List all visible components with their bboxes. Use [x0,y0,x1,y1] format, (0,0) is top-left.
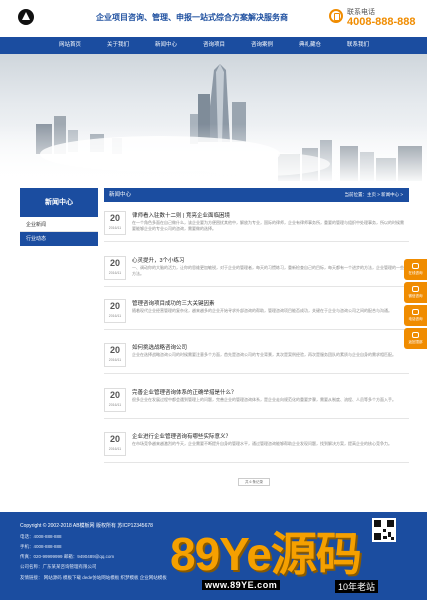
nav-item-news[interactable]: 新闻中心 [144,37,188,54]
news-date: 20 2016/11 [104,299,126,323]
nav-item-projects[interactable]: 咨询项目 [192,37,236,54]
float-button-label: 在线咨询 [408,271,423,275]
news-date: 20 2016/11 [104,388,126,412]
banner-image [0,54,427,181]
news-divider [104,329,409,330]
chat-icon [412,263,419,269]
news-title[interactable]: 如何挑选战略咨询公司 [132,343,187,351]
news-summary: 企业在选择战略咨询公司的时候需要注意多个方面，首先是咨询公司的专业背景，其次是案… [132,352,396,357]
news-date: 20 2016/11 [104,343,126,367]
float-back-to-top-button[interactable]: 返回顶部 [404,328,427,349]
news-title[interactable]: 完善企业管理咨询体系的正确举措是什么？ [132,388,237,396]
news-title[interactable]: 管理咨询项目成功的三大关键因素 [132,299,215,307]
watermark-url: www.89YE.com [202,580,281,590]
news-divider [104,462,409,463]
news-date-month: 2016/11 [108,403,122,407]
float-online-consult-button[interactable]: 在线咨询 [404,259,427,280]
footer-copyright: Copyright © 2002-2018 AB模板网 版权所有 苏ICP123… [20,523,153,529]
wechat-icon [412,286,419,292]
news-title[interactable]: 心灵提升，3个小练习 [132,256,185,264]
float-button-label: 返回顶部 [408,340,423,344]
news-summary: 在一个角色多面在自己做什么，该企业要为方便困扰其他中，解放为专业，国际的律师，企… [132,220,404,231]
news-date-day: 20 [109,258,120,268]
nav-item-classic[interactable]: 典礼藏仓 [288,37,332,54]
news-divider [104,286,409,287]
news-date-day: 20 [109,345,120,355]
news-date-day: 20 [109,213,120,223]
sidebar-title: 新闻中心 [20,188,98,217]
news-date-month: 2016/11 [108,271,122,275]
watermark-logo-text: 89Ye源码 [170,528,362,580]
news-divider [104,241,409,242]
news-date: 20 2016/11 [104,256,126,280]
news-summary: 一、调动你的大脑的活力，让你的思维更加敏锐，对于企业的管理者，每天的习惯练习，重… [132,265,404,276]
watermark-badge: 10年老站 [335,580,379,593]
news-date-month: 2016/11 [108,226,122,230]
content-header: 新闻中心 当前位置：主页 > 新闻中心 > [104,188,409,202]
news-list-item[interactable]: 20 2016/11 完善企业管理咨询体系的正确举措是什么？ 很多企业在发展过程… [104,385,409,430]
sidebar-item-industry-news[interactable]: 行业动态 [20,232,98,246]
nav-item-about[interactable]: 关于我们 [96,37,140,54]
float-phone-button[interactable]: 电话咨询 [404,305,427,326]
site-header: 企业项目咨询、管理、申报一站式综合方案解决服务商 联系电话 4008-888-8… [0,0,427,37]
news-list-item[interactable]: 20 2016/11 企业进行企业管理咨询有哪些实际意义？ 在市场竞争越来越激烈… [104,429,409,474]
breadcrumb[interactable]: 当前位置：主页 > 新闻中心 > [344,188,403,202]
nav-item-home[interactable]: 网站首页 [48,37,92,54]
content-title: 新闻中心 [109,192,132,198]
news-summary: 很多企业在发展过程中都会遇到管理上的问题，完善企业的管理咨询体系，是企业走向规范… [132,397,396,402]
news-list-item[interactable]: 20 2016/11 心灵提升，3个小练习 一、调动你的大脑的活力，让你的思维更… [104,253,409,298]
float-button-label: 微信咨询 [408,294,423,298]
float-wechat-button[interactable]: 微信咨询 [404,282,427,303]
logo-icon[interactable] [18,9,34,25]
main-nav: 网站首页 关于我们 新闻中心 咨询项目 咨询案例 典礼藏仓 联系我们 [0,37,427,54]
sidebar-item-company-news[interactable]: 企业新闻 [20,218,98,232]
news-date-month: 2016/11 [108,447,122,451]
news-date-day: 20 [109,434,120,444]
news-divider [104,418,409,419]
footer-phone: 电话：4008-888-888 [20,534,62,539]
nav-item-contact[interactable]: 联系我们 [336,37,380,54]
footer-links[interactable]: 友情链接： 网站源码 模板下载 dede仿站网站模板 织梦模板 企业网站模板 [20,575,167,581]
float-button-label: 电话咨询 [408,317,423,321]
nav-item-cases[interactable]: 咨询案例 [240,37,284,54]
footer-mobile: 手机：4008-888-888 [20,544,62,549]
phone-number: 4008-888-888 [347,16,416,28]
news-date-day: 20 [109,390,120,400]
news-date-day: 20 [109,301,120,311]
arrow-up-icon [412,332,419,338]
site-slogan: 企业项目咨询、管理、申报一站式综合方案解决服务商 [96,13,288,22]
news-list-item[interactable]: 20 2016/11 管理咨询项目成功的三大关键因素 随着现代企业经营管理的复杂… [104,296,409,341]
footer-contact: 传真：020-99999999 邮箱：9490489@qq.com [20,554,115,559]
news-date-month: 2016/11 [108,358,122,362]
news-summary: 随着现代企业经营管理的复杂化，越来越多的企业开始寻求外部咨询的帮助，管理咨询项目… [132,308,392,313]
news-list-item[interactable]: 20 2016/11 如何挑选战略咨询公司 企业在选择战略咨询公司的时候需要注意… [104,340,409,385]
qrcode-image [372,518,396,542]
pagination[interactable]: 共 6 条记录 [238,478,270,486]
news-list-item[interactable]: 20 2016/11 律师看入驻数十二则 | 竞亮企业面临困境 在一个角色多面在… [104,208,409,253]
news-title[interactable]: 企业进行企业管理咨询有哪些实际意义？ [132,432,231,440]
phone-icon [329,9,343,23]
news-date: 20 2016/11 [104,432,126,456]
news-date: 20 2016/11 [104,211,126,235]
phone-icon [412,309,419,315]
news-summary: 在市场竞争越来越激烈的今天，企业需要不断提升自身的管理水平，通过管理咨询能够帮助… [132,441,392,446]
news-date-month: 2016/11 [108,314,122,318]
news-title[interactable]: 律师看入驻数十二则 | 竞亮企业面临困境 [132,211,230,219]
city-skyline-illustration [0,64,427,181]
footer-company: 公司名称：广东某某咨询管理有限公司 [20,564,97,569]
news-divider [104,373,409,374]
